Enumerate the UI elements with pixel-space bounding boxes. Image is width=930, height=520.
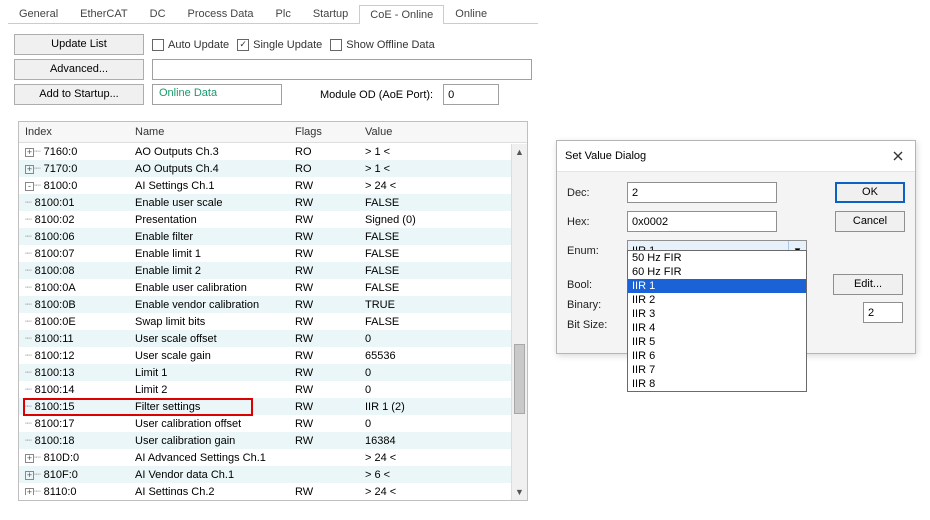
enum-option[interactable]: IIR 8 bbox=[628, 377, 806, 391]
ok-button[interactable]: OK bbox=[835, 182, 905, 203]
table-row[interactable]: +┈ 7170:0AO Outputs Ch.4RO> 1 < bbox=[19, 160, 527, 177]
tab-online[interactable]: Online bbox=[444, 4, 498, 23]
table-row[interactable]: ┈ 8100:17User calibration offsetRW0 bbox=[19, 415, 527, 432]
table-row[interactable]: +┈ 8110:0AI Settings Ch.2RW> 24 < bbox=[19, 483, 527, 495]
table-row[interactable]: ┈ 8100:13Limit 1RW0 bbox=[19, 364, 527, 381]
bitsize-label: Bit Size: bbox=[567, 319, 627, 331]
expand-icon[interactable]: + bbox=[25, 452, 34, 464]
enum-option[interactable]: IIR 4 bbox=[628, 321, 806, 335]
tab-dc[interactable]: DC bbox=[139, 4, 177, 23]
coe-table: Index Name Flags Value +┈ 7160:0AO Outpu… bbox=[18, 121, 528, 501]
table-row[interactable]: ┈ 8100:02PresentationRWSigned (0) bbox=[19, 211, 527, 228]
table-row[interactable]: -┈ 8100:0AI Settings Ch.1RW> 24 < bbox=[19, 177, 527, 194]
bool-label: Bool: bbox=[567, 279, 627, 291]
tab-startup[interactable]: Startup bbox=[302, 4, 359, 23]
enum-option[interactable]: IIR 1 bbox=[628, 279, 806, 293]
table-row[interactable]: ┈ 8100:0ESwap limit bitsRWFALSE bbox=[19, 313, 527, 330]
expand-icon[interactable]: - bbox=[25, 180, 34, 192]
expand-icon[interactable]: + bbox=[25, 163, 34, 175]
hex-input[interactable] bbox=[627, 211, 777, 232]
table-row[interactable]: ┈ 8100:07Enable limit 1RWFALSE bbox=[19, 245, 527, 262]
table-row[interactable]: ┈ 8100:14Limit 2RW0 bbox=[19, 381, 527, 398]
module-od-label: Module OD (AoE Port): bbox=[320, 89, 433, 101]
table-row[interactable]: +┈ 810D:0AI Advanced Settings Ch.1> 24 < bbox=[19, 449, 527, 466]
tab-plc[interactable]: Plc bbox=[265, 4, 302, 23]
vertical-scrollbar[interactable]: ▲ ▼ bbox=[511, 144, 527, 500]
table-row[interactable]: +┈ 7160:0AO Outputs Ch.3RO> 1 < bbox=[19, 143, 527, 160]
tab-bar: GeneralEtherCATDCProcess DataPlcStartupC… bbox=[8, 4, 538, 24]
scroll-thumb[interactable] bbox=[514, 344, 525, 414]
expand-icon[interactable]: + bbox=[25, 469, 34, 481]
table-row[interactable]: ┈ 8100:15Filter settingsRWIIR 1 (2) bbox=[19, 398, 527, 415]
add-to-startup-button[interactable]: Add to Startup... bbox=[14, 84, 144, 105]
cancel-button[interactable]: Cancel bbox=[835, 211, 905, 232]
show-offline-checkbox[interactable]: Show Offline Data bbox=[330, 39, 434, 51]
table-row[interactable]: ┈ 8100:0BEnable vendor calibrationRWTRUE bbox=[19, 296, 527, 313]
filter-input[interactable] bbox=[152, 59, 532, 80]
table-row[interactable]: ┈ 8100:18User calibration gainRW16384 bbox=[19, 432, 527, 449]
single-update-checkbox[interactable]: ✓Single Update bbox=[237, 39, 322, 51]
advanced-button[interactable]: Advanced... bbox=[14, 59, 144, 80]
enum-option[interactable]: IIR 2 bbox=[628, 293, 806, 307]
table-row[interactable]: ┈ 8100:01Enable user scaleRWFALSE bbox=[19, 194, 527, 211]
col-name[interactable]: Name bbox=[129, 122, 289, 142]
binary-label: Binary: bbox=[567, 299, 627, 311]
module-od-input[interactable] bbox=[443, 84, 499, 105]
expand-icon[interactable]: + bbox=[25, 146, 34, 158]
table-row[interactable]: ┈ 8100:06Enable filterRWFALSE bbox=[19, 228, 527, 245]
table-row[interactable]: ┈ 8100:11User scale offsetRW0 bbox=[19, 330, 527, 347]
table-row[interactable]: ┈ 8100:08Enable limit 2RWFALSE bbox=[19, 262, 527, 279]
online-data-badge: Online Data bbox=[152, 84, 282, 105]
update-list-button[interactable]: Update List bbox=[14, 34, 144, 55]
expand-icon[interactable]: + bbox=[25, 486, 34, 495]
enum-option[interactable]: IIR 7 bbox=[628, 363, 806, 377]
auto-update-checkbox[interactable]: Auto Update bbox=[152, 39, 229, 51]
binary-spin-input[interactable] bbox=[863, 302, 903, 323]
edit-button[interactable]: Edit... bbox=[833, 274, 903, 295]
table-row[interactable]: +┈ 810F:0AI Vendor data Ch.1> 6 < bbox=[19, 466, 527, 483]
enum-option[interactable]: 50 Hz FIR bbox=[628, 251, 806, 265]
table-row[interactable]: ┈ 8100:12User scale gainRW65536 bbox=[19, 347, 527, 364]
dialog-title: Set Value Dialog bbox=[565, 150, 646, 162]
close-icon[interactable] bbox=[889, 147, 907, 165]
enum-option[interactable]: IIR 5 bbox=[628, 335, 806, 349]
tab-general[interactable]: General bbox=[8, 4, 69, 23]
enum-dropdown[interactable]: 50 Hz FIR60 Hz FIRIIR 1IIR 2IIR 3IIR 4II… bbox=[627, 250, 807, 392]
dec-label: Dec: bbox=[567, 187, 627, 199]
enum-option[interactable]: IIR 6 bbox=[628, 349, 806, 363]
scroll-up-icon[interactable]: ▲ bbox=[512, 144, 527, 160]
dec-input[interactable] bbox=[627, 182, 777, 203]
enum-option[interactable]: IIR 3 bbox=[628, 307, 806, 321]
tab-ethercat[interactable]: EtherCAT bbox=[69, 4, 138, 23]
col-value[interactable]: Value bbox=[359, 122, 527, 142]
set-value-dialog: Set Value Dialog Dec: OK Hex: Cancel Enu… bbox=[556, 140, 916, 354]
table-row[interactable]: ┈ 8100:0AEnable user calibrationRWFALSE bbox=[19, 279, 527, 296]
tab-process-data[interactable]: Process Data bbox=[177, 4, 265, 23]
enum-label: Enum: bbox=[567, 245, 627, 257]
col-flags[interactable]: Flags bbox=[289, 122, 359, 142]
scroll-down-icon[interactable]: ▼ bbox=[512, 484, 527, 500]
tab-coe-online[interactable]: CoE - Online bbox=[359, 5, 444, 24]
enum-option[interactable]: 60 Hz FIR bbox=[628, 265, 806, 279]
hex-label: Hex: bbox=[567, 216, 627, 228]
col-index[interactable]: Index bbox=[19, 122, 129, 142]
